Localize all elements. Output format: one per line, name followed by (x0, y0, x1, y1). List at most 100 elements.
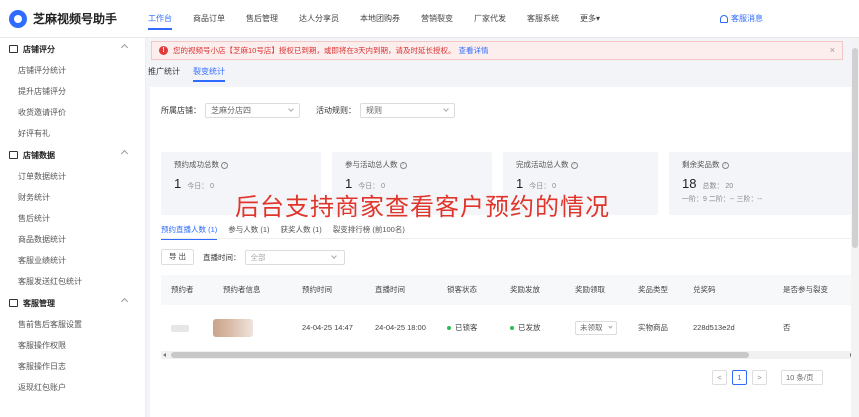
tab-promotion-stats[interactable]: 推广统计 (148, 66, 180, 82)
sidebar-section-shop-data[interactable]: 店铺数据 (0, 144, 145, 166)
sidebar-item-invite-review[interactable]: 收货邀请评价 (0, 102, 145, 123)
sidebar-section-shop-score[interactable]: 店铺评分 (0, 38, 145, 60)
app-title: 芝麻视频号助手 (33, 12, 118, 26)
logo-icon (9, 9, 27, 28)
chevron-down-icon (443, 106, 449, 112)
topnav-marketing[interactable]: 营销裂变 (421, 0, 453, 38)
headset-icon (9, 299, 18, 307)
col-claim-status: 奖励领取 (575, 285, 605, 294)
topnav-sharers[interactable]: 达人分享员 (299, 0, 339, 38)
topnav-coupons[interactable]: 本地团购券 (360, 0, 400, 38)
sidebar-section-title: 店铺评分 (23, 44, 55, 54)
help-icon[interactable]: ? (221, 161, 228, 169)
sidebar-item-finance-stats[interactable]: 财务统计 (0, 187, 145, 208)
help-icon[interactable]: ? (570, 161, 578, 169)
table-row: 24-04-25 14:47 24-04-25 18:00 已锁客 已发放 未领… (161, 313, 855, 343)
sidebar-item-cashback-account[interactable]: 返现红包账户 (0, 377, 145, 398)
sidebar: 店铺评分 店铺评分统计 提升店铺评分 收货邀请评价 好评有礼 店铺数据 订单数据… (0, 38, 146, 417)
col-lock-status: 锁客状态 (447, 285, 477, 294)
store-icon (9, 45, 18, 53)
app-logo[interactable]: 芝麻视频号助手 (0, 9, 148, 28)
bell-icon (720, 15, 728, 23)
topnav-workbench[interactable]: 工作台 (148, 0, 172, 38)
col-reserver-info: 预约者信息 (223, 285, 261, 294)
live-time-label: 直播时间： (203, 252, 241, 262)
sidebar-section-title: 店铺数据 (23, 150, 55, 160)
rule-label: 活动规则： (316, 106, 356, 115)
chevron-up-icon[interactable] (120, 149, 129, 158)
cell-lock-status: 已锁客 (447, 313, 478, 343)
scroll-left-icon[interactable] (163, 353, 166, 357)
pagination: < 1 > 10 条/页 (712, 370, 823, 385)
page-size-select[interactable]: 10 条/页 (781, 370, 823, 385)
stat-sub: 总数： 20 (702, 183, 734, 190)
service-message-link[interactable]: 客服消息 (720, 0, 763, 38)
shop-select[interactable]: 芝麻分店四 (205, 103, 300, 118)
fission-panel: 所属店铺： 芝麻分店四 活动规则： 规则 预约成功总数? 1 今日： 0 参与活动… (150, 87, 855, 417)
prev-page-button[interactable]: < (712, 370, 727, 385)
chevron-up-icon[interactable] (120, 297, 129, 306)
main-content: ! 您的视频号小店【芝麻10号店】授权已到期，或即将在3天内到期，请及时延长授权… (146, 38, 859, 417)
horizontal-scroll-thumb[interactable] (171, 352, 749, 358)
chevron-up-icon[interactable] (120, 43, 129, 52)
topnav-more[interactable]: 更多▾ (580, 0, 600, 38)
stat-title: 参与活动总人数 (345, 160, 398, 169)
service-message-label: 客服消息 (731, 14, 763, 23)
chevron-down-icon (330, 252, 337, 259)
stat-title: 预约成功总数 (174, 160, 219, 169)
sidebar-item-redpacket-stats[interactable]: 客服发送红包统计 (0, 271, 145, 292)
vertical-scrollbar[interactable] (851, 38, 859, 417)
live-time-value: 全部 (250, 252, 266, 262)
col-reserve-time: 预约时间 (302, 285, 332, 294)
tab-fission-stats[interactable]: 裂变统计 (193, 66, 225, 82)
sidebar-item-service-settings[interactable]: 售前售后客服设置 (0, 314, 145, 335)
claim-status-select[interactable]: 未领取 (575, 321, 617, 336)
sidebar-item-service-permissions[interactable]: 客服操作权限 (0, 335, 145, 356)
page-1-button[interactable]: 1 (732, 370, 747, 385)
sidebar-item-improve-score[interactable]: 提升店铺评分 (0, 81, 145, 102)
topnav-service[interactable]: 客服系统 (527, 0, 559, 38)
shop-label: 所属店铺： (161, 106, 201, 115)
help-icon[interactable]: ? (399, 161, 407, 169)
sidebar-item-order-stats[interactable]: 订单数据统计 (0, 166, 145, 187)
chevron-down-icon (288, 106, 294, 112)
help-icon[interactable]: ? (721, 161, 729, 169)
chart-icon (9, 151, 18, 159)
cell-reward-status: 已发放 (510, 313, 541, 343)
close-icon[interactable]: × (830, 45, 835, 55)
stat-title: 完成活动总人数 (516, 160, 569, 169)
sidebar-item-product-stats[interactable]: 商品数据统计 (0, 229, 145, 250)
sidebar-item-score-stats[interactable]: 店铺评分统计 (0, 60, 145, 81)
alert-detail-link[interactable]: 查看详情 (459, 45, 489, 56)
next-page-button[interactable]: > (752, 370, 767, 385)
topnav-orders[interactable]: 商品订单 (193, 0, 225, 38)
cell-live-time: 24-04-25 18:00 (375, 323, 426, 332)
col-reserver: 预约者 (171, 285, 194, 294)
stat-sub: 今日： 0 (187, 183, 215, 190)
col-prize-type: 奖品类型 (638, 285, 668, 294)
topnav-aftersale[interactable]: 售后管理 (246, 0, 278, 38)
sidebar-section-service-mgmt[interactable]: 客服管理 (0, 292, 145, 314)
stat-title: 剩余奖品数 (682, 160, 720, 169)
live-time-select[interactable]: 全部 (244, 249, 345, 265)
col-live-time: 直播时间 (375, 285, 405, 294)
col-fission: 是否参与裂变 (783, 285, 828, 294)
cell-reserve-time: 24-04-25 14:47 (302, 323, 353, 332)
sidebar-section-title: 客服管理 (23, 298, 55, 308)
horizontal-scrollbar[interactable] (161, 351, 855, 359)
top-nav: 工作台 商品订单 售后管理 达人分享员 本地团购券 营销裂变 厂家代发 客服系统… (148, 0, 621, 38)
sidebar-item-aftersale-stats[interactable]: 售后统计 (0, 208, 145, 229)
avatar-blurred (171, 325, 189, 332)
rule-select[interactable]: 规则 (360, 103, 455, 118)
sidebar-item-review-gift[interactable]: 好评有礼 (0, 123, 145, 144)
alert-text: 您的视频号小店【芝麻10号店】授权已到期，或即将在3天内到期，请及时延长授权。 (173, 46, 456, 55)
caret-down-icon: ▾ (596, 13, 601, 23)
vertical-scroll-thumb[interactable] (852, 48, 858, 248)
export-button[interactable]: 导 出 (161, 249, 194, 265)
sidebar-item-service-performance[interactable]: 客服业绩统计 (0, 250, 145, 271)
sidebar-item-service-log[interactable]: 客服操作日志 (0, 356, 145, 377)
alert-icon: ! (159, 46, 168, 55)
cell-prize-type: 实物商品 (638, 323, 668, 332)
topnav-dropship[interactable]: 厂家代发 (474, 0, 506, 38)
stat-value: 1 (174, 176, 182, 191)
